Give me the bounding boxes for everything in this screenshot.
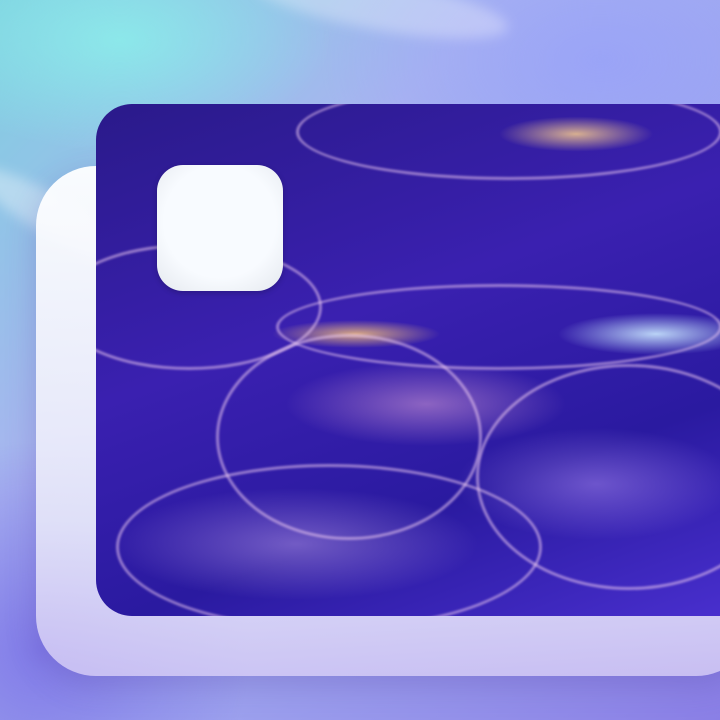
app-icon-tile[interactable] [157, 165, 283, 291]
background-light-streak [247, 0, 513, 53]
caustic-line [296, 104, 720, 180]
caustic-line [216, 334, 482, 540]
